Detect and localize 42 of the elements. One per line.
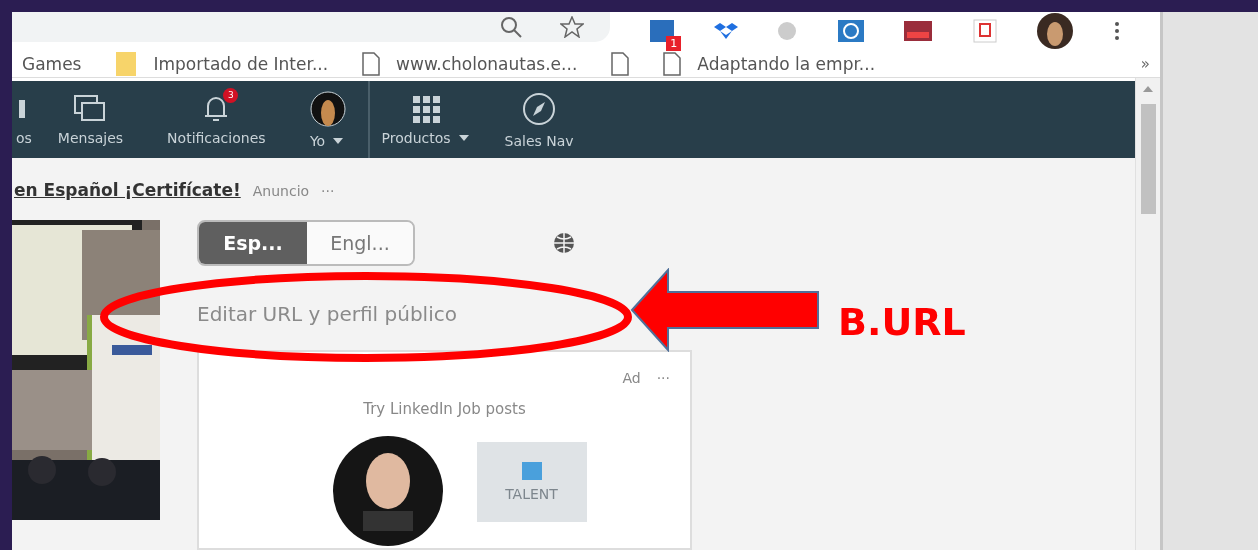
extension-icon[interactable] xyxy=(971,18,998,44)
bookmark[interactable]: www.cholonautas.e... xyxy=(362,51,578,76)
compass-icon xyxy=(521,90,558,127)
page-icon xyxy=(663,51,682,76)
bookmark[interactable]: Games xyxy=(22,53,82,74)
arrow-icon xyxy=(630,268,820,352)
extension-icon[interactable] xyxy=(903,20,934,42)
language-tab[interactable]: Engl... xyxy=(307,222,413,264)
logo-icon xyxy=(521,462,542,480)
nav-item[interactable]: Yo xyxy=(287,81,368,158)
messages-icon xyxy=(73,93,108,124)
star-icon[interactable] xyxy=(560,16,584,38)
logo-text: TALENT xyxy=(505,486,558,502)
nav-item[interactable]: Sales Nav xyxy=(482,81,596,158)
ad-label: Ad xyxy=(622,370,641,386)
page-icon xyxy=(611,51,630,76)
nav-item[interactable]: Productos xyxy=(369,81,483,158)
more-button[interactable]: ··· xyxy=(656,370,670,386)
notification-badge: 3 xyxy=(223,87,239,103)
ad-label: Anuncio xyxy=(252,183,310,199)
nav-item[interactable]: Mensajes xyxy=(35,81,146,158)
search-icon[interactable] xyxy=(500,16,522,38)
notification-badge: 1 xyxy=(666,36,682,51)
page-icon xyxy=(362,51,381,76)
avatar-icon xyxy=(309,90,346,127)
folder-icon xyxy=(115,50,138,77)
language-tab[interactable]: Esp... xyxy=(199,222,307,264)
extension-icon[interactable] xyxy=(836,19,865,43)
bookmark[interactable]: Importado de Inter... xyxy=(115,50,329,77)
nav-item[interactable]: 3 Notificaciones xyxy=(145,81,288,158)
menu-icon[interactable] xyxy=(1112,20,1121,42)
grid-icon xyxy=(411,93,442,124)
ad-headline: Try LinkedIn Job posts xyxy=(363,400,526,418)
dropbox-icon[interactable] xyxy=(713,21,738,41)
annotation-label: B.URL xyxy=(838,300,966,344)
nav-item[interactable]: os xyxy=(12,81,36,158)
ad-link[interactable]: en Español ¡Certifícate! xyxy=(14,180,241,200)
more-bookmarks-button[interactable]: » xyxy=(1140,54,1150,73)
scrollbar-thumb[interactable] xyxy=(1140,104,1156,214)
bookmark[interactable]: Adaptando la empr... xyxy=(663,51,876,76)
profile-avatar-icon[interactable] xyxy=(1036,12,1075,50)
globe-icon[interactable] xyxy=(553,232,575,254)
